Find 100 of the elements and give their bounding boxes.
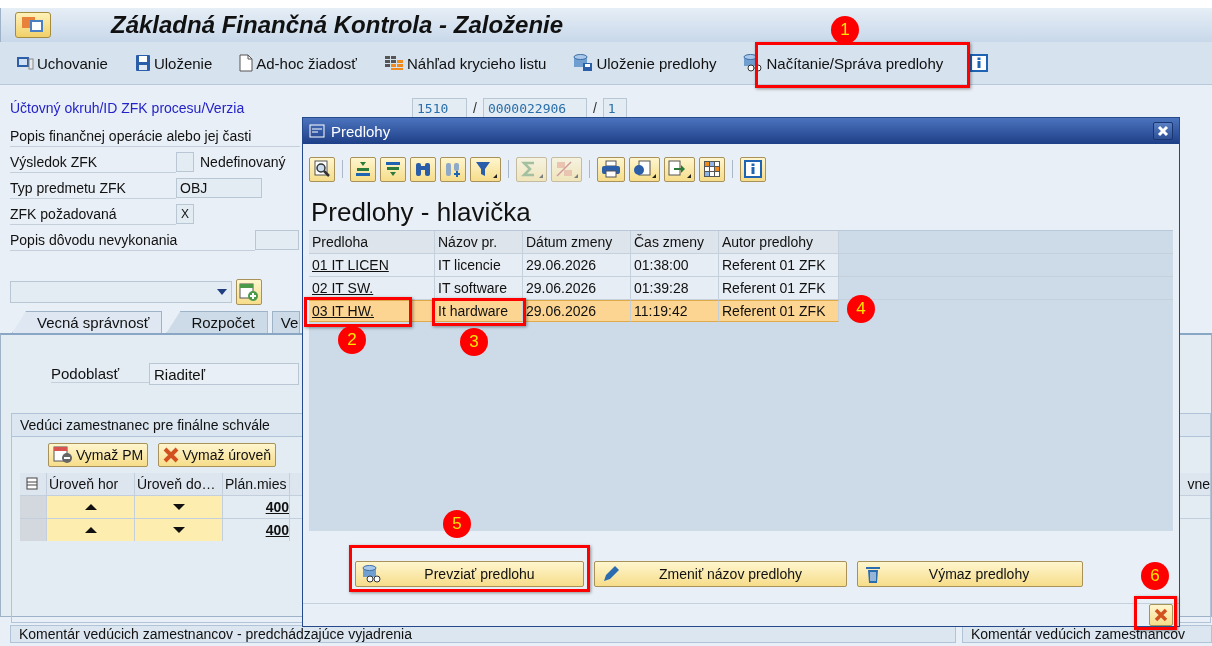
field-label: Popis dôvodu nevykonania [10, 229, 255, 251]
info-icon [744, 160, 762, 178]
column-header[interactable]: Úroveň do… [135, 473, 223, 495]
input-field[interactable]: 1510 [412, 98, 467, 118]
up-triangle-icon [83, 526, 98, 534]
sort-ascending-button[interactable] [350, 156, 376, 182]
move-down-cell[interactable] [135, 496, 223, 518]
down-triangle-icon [171, 503, 186, 511]
table-cell: IT licencie [435, 254, 523, 276]
table-cell: It hardware [435, 300, 523, 322]
move-down-cell[interactable] [135, 519, 223, 541]
layout-button[interactable] [699, 156, 725, 182]
table-cell: Referent 01 ZFK [719, 277, 839, 299]
column-header[interactable]: Čas zmeny [631, 231, 719, 253]
views-icon [633, 160, 651, 178]
template-link[interactable]: 03 IT HW. [309, 300, 435, 322]
tab[interactable]: Vecná správnosť [12, 311, 163, 333]
caret-icon [217, 289, 227, 295]
tab[interactable]: Ve [271, 311, 300, 333]
toolbar-button[interactable]: Načítanie/Správa predlohy [743, 54, 944, 72]
sort-descending-icon [384, 160, 402, 178]
sort-descending-button[interactable] [380, 156, 406, 182]
close-button[interactable] [1153, 122, 1173, 140]
template-link[interactable]: 01 IT LICEN [309, 254, 435, 276]
input-field[interactable]: X [176, 204, 194, 224]
delete-position-button[interactable]: Vymaž PM [48, 443, 149, 467]
field-description: Nedefinovaný [200, 154, 286, 170]
take-template-button[interactable]: Prevziať predlohu [355, 561, 584, 587]
input-field[interactable] [176, 152, 194, 172]
column-header[interactable]: vne [1185, 473, 1210, 495]
info-icon [970, 54, 989, 72]
input-field[interactable]: OBJ [176, 178, 262, 198]
list-heading: Predlohy - hlavička [310, 195, 532, 229]
cancel-button[interactable] [1149, 604, 1173, 626]
input-field[interactable]: 0000022906 [482, 98, 587, 118]
binoculars-icon [414, 160, 432, 178]
table-remove-icon [53, 446, 73, 464]
input-field[interactable]: Riaditeľ [149, 363, 299, 385]
column-header[interactable]: Úroveň hor [47, 473, 135, 495]
input-field[interactable]: 1 [602, 98, 627, 118]
table-cell: 29.06.2026 [523, 300, 631, 322]
info-button[interactable] [970, 54, 989, 72]
delete-level-button[interactable]: Vymaž úroveň [158, 443, 277, 467]
template-link[interactable]: 02 IT SW. [309, 277, 435, 299]
views-button[interactable] [629, 156, 660, 182]
delete-template-button[interactable]: Výmaz predlohy [857, 561, 1083, 587]
cross-icon [1154, 608, 1168, 622]
table-cell: 01:38:00 [631, 254, 719, 276]
toolbar-button[interactable]: Uloženie predlohy [573, 54, 717, 72]
database-icon [573, 54, 594, 72]
print-button[interactable] [597, 156, 625, 182]
tab[interactable]: Rozpočet [166, 311, 268, 333]
database-glasses-icon [362, 565, 382, 583]
table-add-icon [239, 282, 259, 302]
dropdown-field[interactable] [10, 281, 232, 303]
add-row-button[interactable] [236, 279, 262, 305]
find-next-button[interactable] [440, 156, 466, 182]
window-menu-icon [21, 16, 45, 34]
export-icon [668, 160, 686, 178]
input-field[interactable] [255, 230, 299, 250]
field-label: Popis finančnej operácie alebo jej časti [10, 125, 300, 147]
toolbar-button[interactable]: Uloženie [134, 54, 213, 72]
dialog-title: Predlohy [331, 122, 392, 140]
dialog-icon [309, 124, 325, 138]
column-header[interactable]: Predloha [309, 231, 435, 253]
menu-button[interactable] [15, 12, 51, 38]
table-cell: 29.06.2026 [523, 277, 631, 299]
column-header[interactable]: Dátum zmeny [523, 231, 631, 253]
field-label: Účtovný okruh/ID ZFK procesu/Verzia [10, 100, 246, 116]
toolbar-button[interactable]: Ad-hoc žiadosť [239, 54, 357, 72]
find-button[interactable] [410, 156, 436, 182]
table-cell: IT software [435, 277, 523, 299]
column-header[interactable]: Plán.mies [223, 473, 290, 495]
funnel-icon [474, 160, 492, 178]
details-button[interactable] [309, 156, 335, 182]
cross-icon [163, 447, 180, 463]
move-up-cell[interactable] [47, 519, 135, 541]
table-cell: 29.06.2026 [523, 254, 631, 276]
binoculars-plus-icon [444, 160, 462, 178]
filter-button[interactable] [470, 156, 501, 182]
separator-text: / [473, 100, 477, 116]
info-button[interactable] [740, 156, 766, 182]
table-cell: 11:19:42 [631, 300, 719, 322]
column-header[interactable]: Autor predlohy [719, 231, 839, 253]
export-button[interactable] [664, 156, 695, 182]
toolbar-button[interactable]: Náhľad krycieho listu [383, 54, 547, 72]
grid-icon [383, 55, 404, 71]
magnifier-sheet-icon [313, 160, 331, 178]
window-title: Základná Finančná Kontrola - Založenie [111, 11, 564, 39]
rename-template-button[interactable]: Zmeniť názov predlohy [594, 561, 847, 587]
group-title: Komentár vedúcich zamestnancov - predchádzajúce vyjadrenia [10, 625, 956, 643]
printer-icon [601, 160, 621, 178]
layout-icon [26, 477, 40, 491]
trash-icon [864, 564, 882, 584]
sort-ascending-icon [354, 160, 372, 178]
table-cell: Referent 01 ZFK [719, 254, 839, 276]
toolbar-button[interactable]: Uchovanie [16, 54, 108, 72]
column-header[interactable]: Názov pr. [435, 231, 523, 253]
table-cell: 01:39:28 [631, 277, 719, 299]
move-up-cell[interactable] [47, 496, 135, 518]
